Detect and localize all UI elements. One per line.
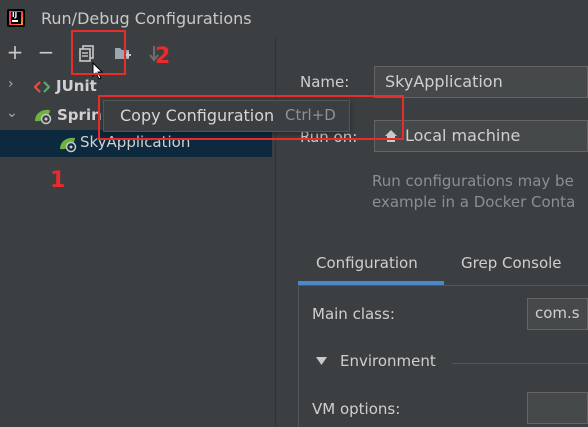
tab-grep-console[interactable]: Grep Console xyxy=(448,247,578,285)
annotation-number-2: 2 xyxy=(155,44,171,69)
main-class-label: Main class: xyxy=(312,305,395,323)
tab-label: Configuration xyxy=(316,254,418,272)
tab-configuration[interactable]: Configuration xyxy=(300,247,444,285)
annotation-number-1: 1 xyxy=(50,168,66,193)
environment-section-toggle[interactable]: Environment xyxy=(312,350,452,374)
tab-label: Grep Console xyxy=(461,254,562,272)
tree-toolbar: + − xyxy=(0,38,275,80)
chevron-right-icon: › xyxy=(8,76,14,92)
name-label: Name: xyxy=(300,73,350,91)
spring-boot-icon xyxy=(35,109,52,125)
annotation-box-popup xyxy=(98,95,404,140)
triangle-down-icon xyxy=(316,357,327,365)
intellij-logo-icon xyxy=(7,9,25,27)
annotation-box-copy-button xyxy=(71,30,126,75)
run-on-description: example in a Docker Conta xyxy=(372,193,576,211)
window-title: Run/Debug Configurations xyxy=(41,9,252,28)
remove-configuration-button[interactable]: − xyxy=(35,42,57,64)
spring-boot-icon xyxy=(60,137,77,153)
vm-options-field[interactable] xyxy=(527,392,588,424)
junit-icon xyxy=(34,81,50,93)
run-on-description: Run configurations may be xyxy=(372,172,574,190)
tree-item-label: Sprin xyxy=(57,106,102,124)
tree-item-label: JUnit xyxy=(56,77,97,95)
run-on-value: Local machine xyxy=(405,126,521,145)
main-class-field[interactable]: com.s xyxy=(527,298,588,330)
chevron-down-icon: ⌄ xyxy=(6,105,18,121)
vm-options-label: VM options: xyxy=(312,400,401,418)
section-divider xyxy=(452,363,588,364)
add-configuration-button[interactable]: + xyxy=(4,42,26,64)
name-field[interactable]: SkyApplication xyxy=(374,66,588,98)
run-on-dropdown[interactable]: Local machine xyxy=(374,120,588,152)
environment-label: Environment xyxy=(340,352,436,370)
